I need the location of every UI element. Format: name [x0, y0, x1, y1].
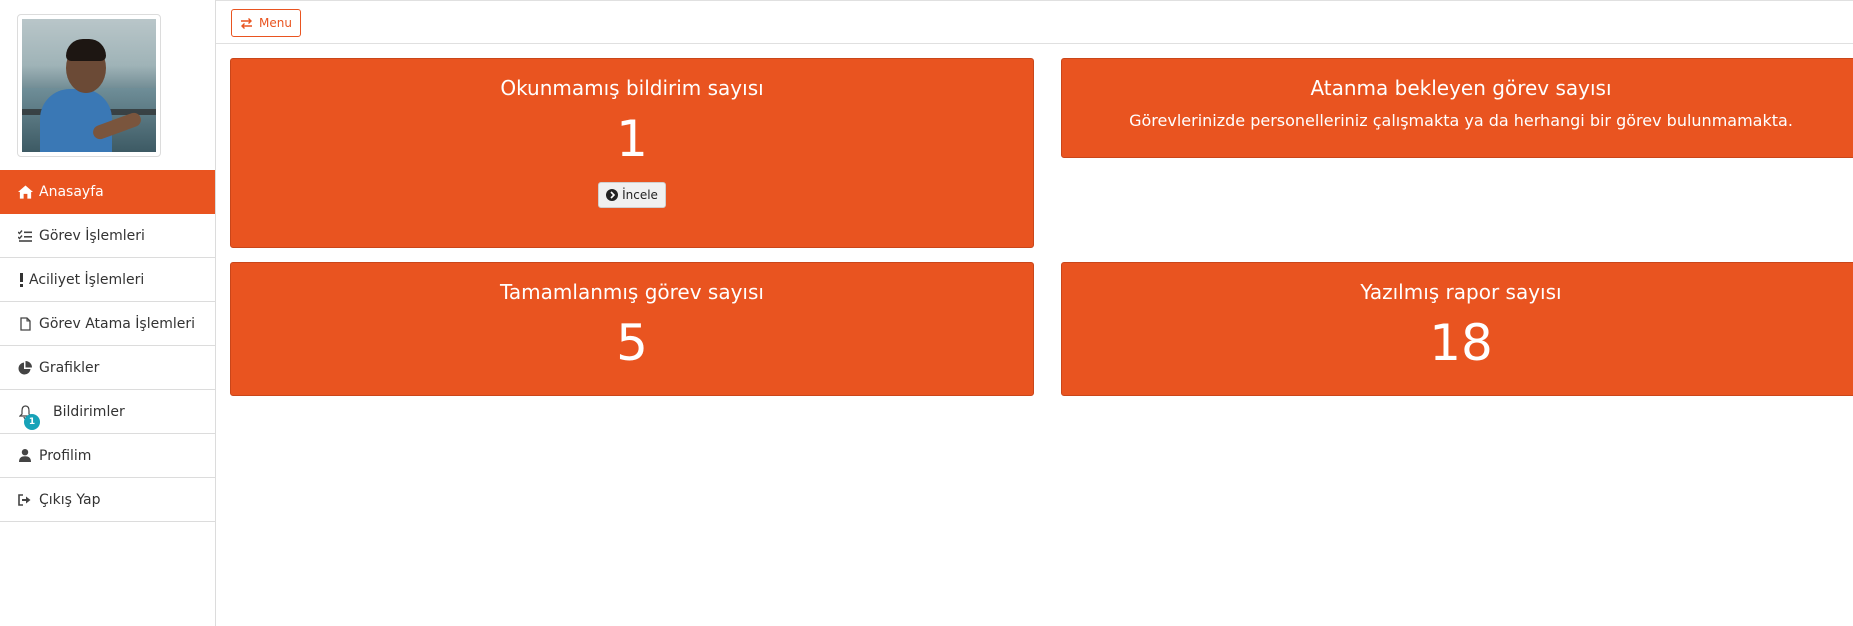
- sidebar-item-label: Profilim: [39, 447, 92, 464]
- exchange-icon: [240, 17, 253, 29]
- incele-label: İncele: [622, 188, 658, 202]
- sidebar-item-profilim[interactable]: Profilim: [0, 434, 215, 478]
- user-icon: [17, 448, 33, 464]
- notification-badge: 1: [24, 414, 40, 430]
- sidebar-item-label: Anasayfa: [39, 183, 104, 200]
- written-reports-card: Yazılmış rapor sayısı 18: [1061, 262, 1853, 396]
- sidebar: Anasayfa Görev İşlemleri Aciliyet İşleml…: [0, 0, 216, 626]
- sidebar-item-grafikler[interactable]: Grafikler: [0, 346, 215, 390]
- card-note: Görevlerinizde personelleriniz çalışmakt…: [1129, 111, 1793, 130]
- sidebar-item-aciliyet-islemleri[interactable]: Aciliyet İşlemleri: [0, 258, 215, 302]
- sidebar-item-gorev-atama-islemleri[interactable]: Görev Atama İşlemleri: [0, 302, 215, 346]
- pie-chart-icon: [17, 360, 33, 376]
- sidebar-item-gorev-islemleri[interactable]: Görev İşlemleri: [0, 214, 215, 258]
- sign-out-icon: [17, 492, 33, 508]
- top-bar: Menu: [216, 0, 1853, 44]
- card-value: 18: [1429, 314, 1493, 372]
- unread-notifications-card: Okunmamış bildirim sayısı 1 İncele: [230, 58, 1034, 248]
- sidebar-item-label: Grafikler: [39, 359, 100, 376]
- card-value: 1: [616, 110, 648, 168]
- sidebar-item-cikis-yap[interactable]: Çıkış Yap: [0, 478, 215, 522]
- tasks-icon: [17, 228, 33, 244]
- sidebar-nav: Anasayfa Görev İşlemleri Aciliyet İşleml…: [0, 170, 215, 522]
- home-icon: [17, 184, 33, 200]
- menu-label: Menu: [259, 16, 292, 30]
- sidebar-item-label: Çıkış Yap: [39, 491, 101, 508]
- chevron-circle-right-icon: [606, 189, 619, 201]
- awaiting-assignment-card: Atanma bekleyen görev sayısı Görevlerini…: [1061, 58, 1853, 158]
- profile-avatar[interactable]: [17, 14, 161, 157]
- sidebar-item-label: Görev Atama İşlemleri: [39, 315, 195, 332]
- file-icon: [17, 316, 33, 332]
- sidebar-item-label: Bildirimler: [53, 403, 125, 420]
- avatar-photo: [22, 19, 156, 152]
- card-title: Atanma bekleyen görev sayısı: [1310, 76, 1612, 100]
- completed-tasks-card: Tamamlanmış görev sayısı 5: [230, 262, 1034, 396]
- sidebar-item-anasayfa[interactable]: Anasayfa: [0, 170, 215, 214]
- card-title: Yazılmış rapor sayısı: [1360, 280, 1562, 304]
- card-title: Tamamlanmış görev sayısı: [500, 280, 764, 304]
- card-title: Okunmamış bildirim sayısı: [500, 76, 764, 100]
- sidebar-item-label: Aciliyet İşlemleri: [29, 271, 145, 288]
- sidebar-item-bildirimler[interactable]: 1 Bildirimler: [0, 390, 215, 434]
- card-value: 5: [616, 314, 648, 372]
- menu-toggle-button[interactable]: Menu: [231, 9, 301, 37]
- exclamation-icon: [17, 272, 25, 288]
- sidebar-item-label: Görev İşlemleri: [39, 227, 145, 244]
- incele-button[interactable]: İncele: [598, 182, 666, 208]
